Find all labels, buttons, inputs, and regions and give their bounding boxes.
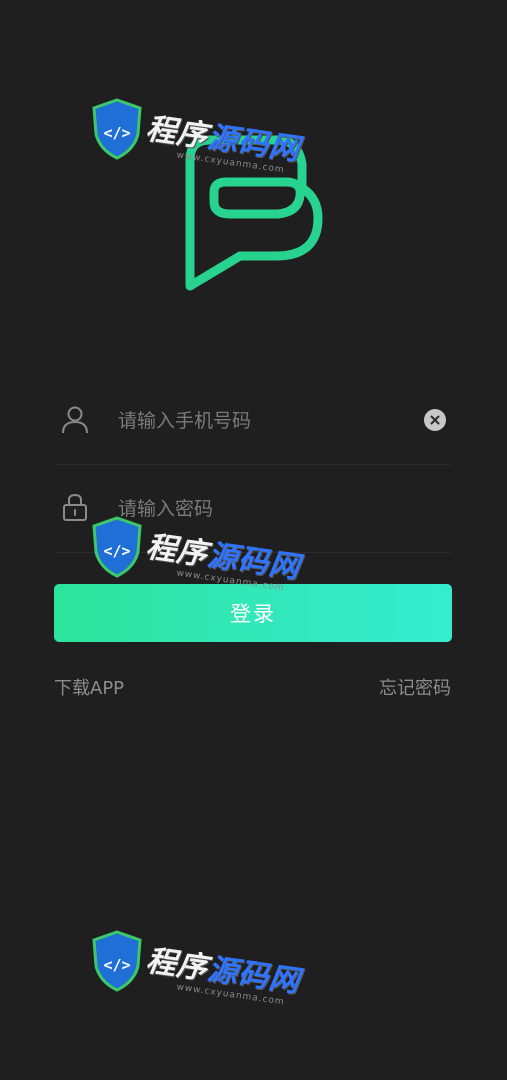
svg-text:</>: </> [103,124,130,142]
forgot-password-link[interactable]: 忘记密码 [379,674,451,700]
code-shield-icon: </> [92,930,142,992]
password-field [54,464,451,553]
user-icon [62,406,88,434]
lock-icon [63,493,87,521]
password-input[interactable] [116,490,410,528]
code-shield-icon: </> [92,98,142,160]
phone-field [54,376,451,465]
watermark: </> 程序源码网 www.cxyuanma.com [90,928,305,1028]
phone-input[interactable] [116,402,410,440]
app-logo-icon [185,135,323,291]
clear-phone-button[interactable] [424,409,446,431]
download-app-link[interactable]: 下载APP [54,674,124,700]
login-button[interactable]: 登录 [54,584,452,642]
svg-text:</>: </> [103,956,130,974]
clear-circle-x-icon [430,415,440,425]
watermark-text: 程序源码网 [143,943,303,1000]
watermark-url: www.cxyuanma.com [175,982,286,1008]
